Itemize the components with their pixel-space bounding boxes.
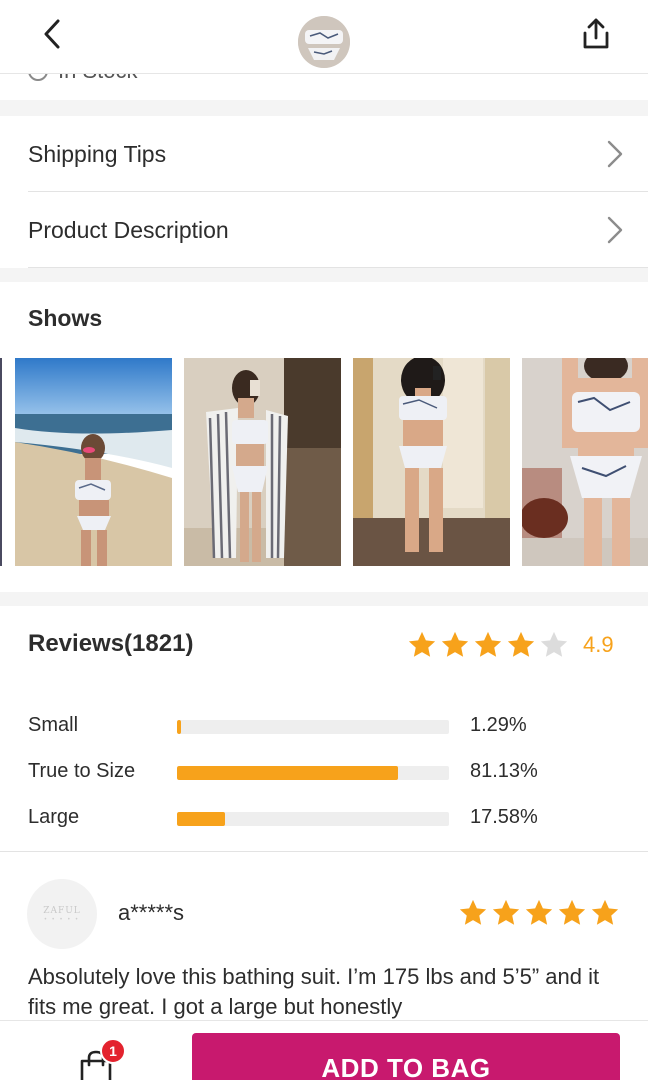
star-icon: [474, 631, 502, 657]
fit-row-true-to-size: True to Size 81.13%: [0, 758, 648, 788]
product-thumbnail[interactable]: [298, 16, 350, 68]
review-username: a*****s: [118, 900, 185, 925]
shows-carousel[interactable]: [0, 358, 648, 566]
fit-bar-fill: [177, 720, 181, 734]
mirror-selfie-hallway: [353, 358, 510, 566]
fit-bar-fill: [177, 812, 225, 826]
shipping-tips-row[interactable]: Shipping Tips: [0, 116, 648, 192]
fit-label: Small: [28, 714, 79, 736]
product-thumbnail-image: [298, 16, 350, 68]
shipping-tips-label: Shipping Tips: [28, 140, 167, 167]
star-icon: [540, 631, 568, 657]
back-button[interactable]: [32, 14, 72, 54]
fit-percent: 17.58%: [470, 806, 538, 828]
star-icon: [558, 899, 586, 925]
review-stars: [458, 898, 620, 928]
cart-count-badge: 1: [100, 1038, 126, 1064]
star-icon: [408, 631, 436, 657]
show-photo-beach[interactable]: [15, 358, 172, 566]
share-button[interactable]: [574, 12, 618, 56]
chevron-right-icon: [607, 216, 623, 244]
section-gap: [0, 268, 648, 282]
fit-bar-track: [177, 720, 449, 734]
fit-percent: 81.13%: [470, 760, 538, 782]
studio-photo: [522, 358, 648, 566]
product-description-row[interactable]: Product Description: [0, 192, 648, 268]
product-description-label: Product Description: [28, 216, 229, 243]
top-bar: [0, 0, 648, 74]
star-icon: [459, 899, 487, 925]
share-icon: [583, 18, 609, 49]
add-to-bag-button[interactable]: ADD TO BAG: [192, 1033, 620, 1080]
chevron-right-icon: [607, 140, 623, 168]
show-photo-mirror-kimono[interactable]: [184, 358, 341, 566]
star-icon: [525, 899, 553, 925]
fit-bar-track: [177, 812, 449, 826]
section-gap: [0, 100, 648, 116]
star-icon: [507, 631, 535, 657]
avatar-text: ZAFUL: [43, 905, 81, 916]
fit-bar-fill: [177, 766, 398, 780]
reviews-title: Reviews(1821): [28, 630, 194, 657]
fit-percent: 1.29%: [470, 714, 527, 736]
divider: [0, 851, 648, 852]
fit-bar-track: [177, 766, 449, 780]
star-icon: [492, 899, 520, 925]
fit-row-large: Large 17.58%: [0, 804, 648, 834]
section-gap: [0, 592, 648, 606]
overall-rating-value: 4.9: [583, 632, 614, 657]
show-photo-studio[interactable]: [522, 358, 648, 566]
beach-photo: [15, 358, 172, 566]
star-icon: [441, 631, 469, 657]
chevron-left-icon: [44, 19, 60, 49]
mirror-selfie-kimono: [184, 358, 341, 566]
overall-rating-stars: [407, 630, 569, 660]
fit-label: True to Size: [28, 760, 136, 782]
fit-row-small: Small 1.29%: [0, 712, 648, 742]
review-text: Absolutely love this bathing suit. I’m 1…: [28, 964, 600, 1019]
show-photo-mirror-hallway[interactable]: [353, 358, 510, 566]
fit-label: Large: [28, 806, 80, 828]
shows-title: Shows: [28, 305, 103, 331]
avatar: ZAFUL • • • • •: [27, 879, 97, 949]
star-icon: [591, 899, 619, 925]
show-photo-partial[interactable]: [0, 358, 2, 566]
